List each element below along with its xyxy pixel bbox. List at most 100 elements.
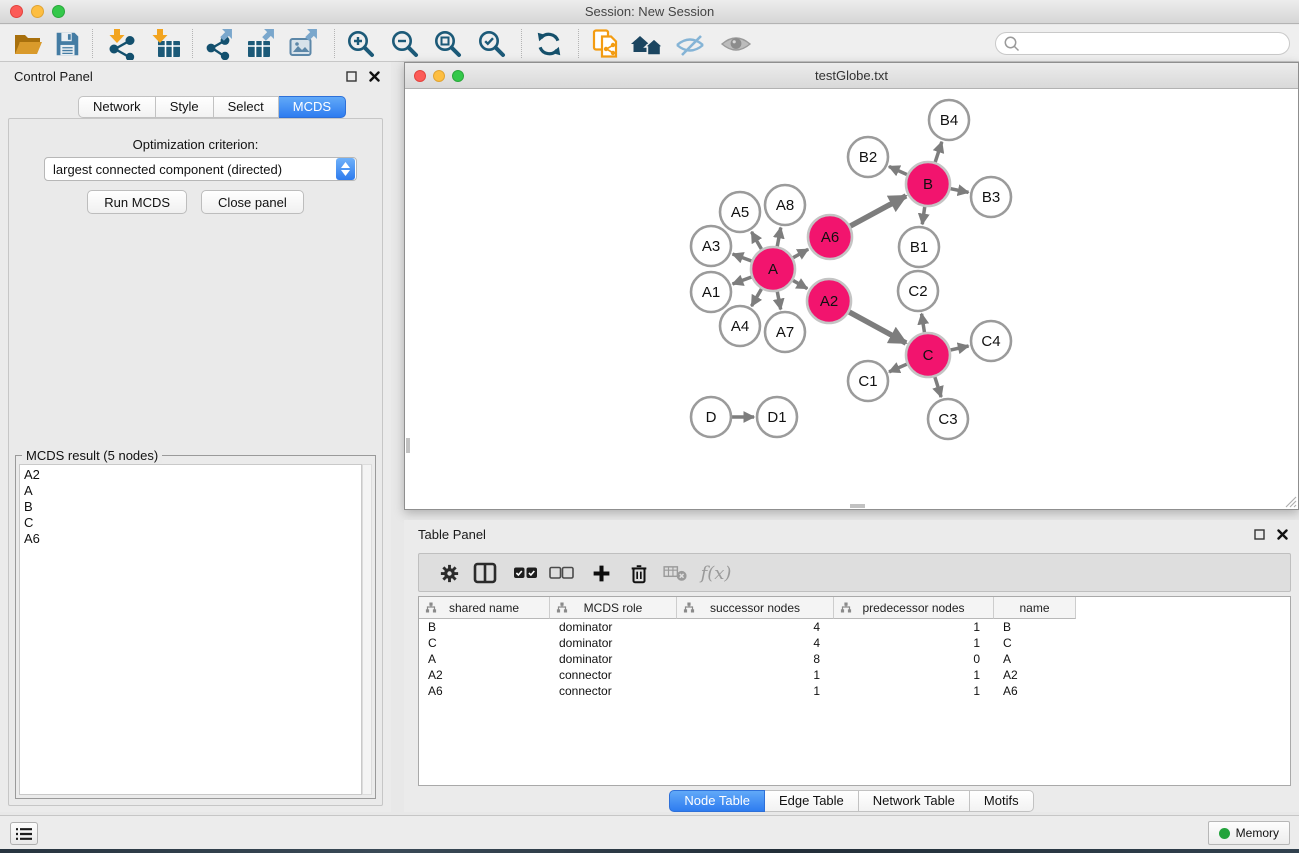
close-window-button[interactable] — [10, 5, 23, 18]
table-cell[interactable]: connector — [550, 683, 677, 699]
graph-node-B[interactable]: B — [906, 162, 950, 206]
graph-node-C1[interactable]: C1 — [848, 361, 888, 401]
show-task-history-button[interactable] — [10, 822, 38, 845]
column-header-name[interactable]: name — [994, 597, 1076, 619]
home-button[interactable] — [628, 27, 666, 60]
criterion-dropdown[interactable]: largest connected component (directed) — [44, 157, 357, 181]
graph-node-A6[interactable]: A6 — [808, 215, 852, 259]
table-cell[interactable]: C — [419, 635, 550, 651]
mcds-result-item[interactable]: C — [24, 515, 361, 531]
graph-node-A2[interactable]: A2 — [807, 279, 851, 323]
create-column-button[interactable] — [585, 559, 617, 587]
control-tab-style[interactable]: Style — [156, 96, 214, 118]
graph-node-B3[interactable]: B3 — [971, 177, 1011, 217]
graph-node-A8[interactable]: A8 — [765, 185, 805, 225]
close-network-window-button[interactable] — [414, 70, 426, 82]
graph-node-D1[interactable]: D1 — [757, 397, 797, 437]
graph-edge-A-A5[interactable] — [752, 232, 763, 252]
graph-node-C4[interactable]: C4 — [971, 321, 1011, 361]
import-table-button[interactable] — [147, 27, 185, 60]
table-row[interactable]: Cdominator41C — [419, 635, 1290, 651]
graph-node-B2[interactable]: B2 — [848, 137, 888, 177]
control-tab-network[interactable]: Network — [78, 96, 156, 118]
minimize-window-button[interactable] — [31, 5, 44, 18]
graph-edge-A6-B[interactable] — [848, 196, 906, 228]
run-mcds-button[interactable]: Run MCDS — [87, 190, 187, 214]
graph-edge-C-C3[interactable] — [934, 374, 941, 397]
minimize-network-window-button[interactable] — [433, 70, 445, 82]
memory-status-button[interactable]: Memory — [1208, 821, 1290, 845]
graph-node-D[interactable]: D — [691, 397, 731, 437]
table-row[interactable]: A2connector11A2 — [419, 667, 1290, 683]
zoom-fit-button[interactable] — [429, 27, 467, 60]
column-header-successor-nodes[interactable]: successor nodes — [677, 597, 834, 619]
open-session-button[interactable] — [9, 27, 47, 60]
select-all-columns-button[interactable] — [509, 559, 541, 587]
table-row[interactable]: Adominator80A — [419, 651, 1290, 667]
graph-node-C[interactable]: C — [906, 333, 950, 377]
export-image-button[interactable] — [285, 27, 323, 60]
zoom-window-button[interactable] — [52, 5, 65, 18]
table-cell[interactable]: 1 — [834, 635, 994, 651]
save-session-button[interactable] — [48, 27, 86, 60]
graph-node-A3[interactable]: A3 — [691, 226, 731, 266]
table-cell[interactable]: B — [994, 619, 1076, 635]
table-cell[interactable]: A — [994, 651, 1076, 667]
zoom-in-button[interactable] — [342, 27, 380, 60]
graph-node-A[interactable]: A — [751, 247, 795, 291]
table-cell[interactable]: 1 — [834, 667, 994, 683]
table-cell[interactable]: 1 — [834, 683, 994, 699]
mcds-result-item[interactable]: B — [24, 499, 361, 515]
table-cell[interactable]: 1 — [677, 683, 834, 699]
table-cell[interactable]: A6 — [419, 683, 550, 699]
network-window-titlebar[interactable]: testGlobe.txt — [405, 63, 1298, 89]
delete-table-button[interactable] — [659, 559, 691, 587]
table-cell[interactable]: A6 — [994, 683, 1076, 699]
network-graph[interactable]: B4B2BB3A5A8A6B1A3AA1C2A2A4A7C4CC1C3DD1 — [406, 89, 1297, 508]
table-cell[interactable]: A2 — [419, 667, 550, 683]
column-header-shared-name[interactable]: shared name — [419, 597, 550, 619]
result-scrollbar[interactable] — [362, 464, 372, 795]
graph-node-A7[interactable]: A7 — [765, 312, 805, 352]
graph-node-C2[interactable]: C2 — [898, 271, 938, 311]
refresh-layout-button[interactable] — [530, 27, 568, 60]
control-tab-select[interactable]: Select — [214, 96, 279, 118]
table-cell[interactable]: C — [994, 635, 1076, 651]
hide-selected-button[interactable] — [671, 27, 709, 60]
zoom-selected-button[interactable] — [473, 27, 511, 60]
table-row[interactable]: Bdominator41B — [419, 619, 1290, 635]
import-network-button[interactable] — [102, 27, 140, 60]
resize-grip-icon[interactable] — [1284, 495, 1297, 508]
canvas-vertical-scroll-nub[interactable] — [406, 438, 410, 453]
table-tab-network-table[interactable]: Network Table — [859, 790, 970, 812]
table-cell[interactable]: dominator — [550, 635, 677, 651]
show-all-button[interactable] — [717, 27, 755, 60]
table-cell[interactable]: 4 — [677, 635, 834, 651]
table-cell[interactable]: A — [419, 651, 550, 667]
graph-edge-B-B2[interactable] — [889, 166, 910, 175]
zoom-network-window-button[interactable] — [452, 70, 464, 82]
mcds-result-list[interactable]: A2ABCA6 — [19, 464, 362, 795]
float-table-panel-button[interactable] — [1252, 527, 1266, 541]
close-panel-button[interactable] — [367, 69, 381, 83]
export-network-button[interactable] — [200, 27, 238, 60]
table-cell[interactable]: 1 — [834, 619, 994, 635]
function-builder-button[interactable]: f(x) — [695, 559, 737, 587]
table-cell[interactable]: B — [419, 619, 550, 635]
close-table-panel-button[interactable] — [1275, 527, 1289, 541]
table-cell[interactable]: dominator — [550, 619, 677, 635]
table-cell[interactable]: dominator — [550, 651, 677, 667]
mcds-result-item[interactable]: A6 — [24, 531, 361, 547]
search-field[interactable] — [995, 32, 1290, 55]
table-row[interactable]: A6connector11A6 — [419, 683, 1290, 699]
graph-edge-A-A8[interactable] — [777, 228, 781, 250]
search-input[interactable] — [1020, 35, 1289, 53]
graph-edge-B-B4[interactable] — [934, 142, 942, 165]
zoom-out-button[interactable] — [386, 27, 424, 60]
column-header-predecessor-nodes[interactable]: predecessor nodes — [834, 597, 994, 619]
graph-edge-A-A1[interactable] — [733, 276, 755, 284]
graph-edge-A-A3[interactable] — [733, 254, 755, 262]
column-header-mcds-role[interactable]: MCDS role — [550, 597, 677, 619]
show-columns-button[interactable] — [469, 559, 501, 587]
table-cell[interactable]: 4 — [677, 619, 834, 635]
